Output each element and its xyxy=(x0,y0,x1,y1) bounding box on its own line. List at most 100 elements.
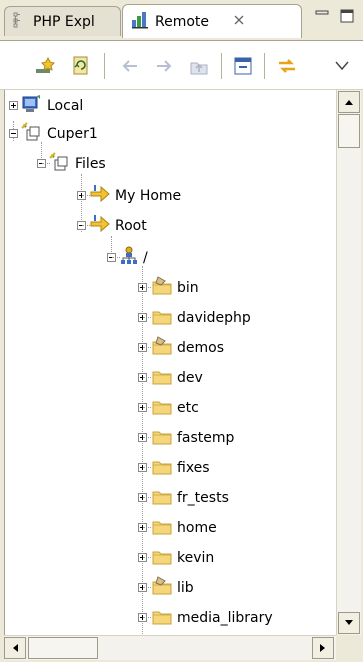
toolbar-separator xyxy=(264,53,265,79)
shared-folder-icon xyxy=(151,336,173,360)
back-arrow-icon[interactable] xyxy=(117,53,143,79)
tab-php-explorer[interactable]: PHP Expl xyxy=(4,6,121,36)
tree-connector xyxy=(143,347,151,349)
tree-node-label: demos xyxy=(177,340,224,356)
tree-node-label: dev xyxy=(177,370,203,386)
tree-node-label: media_library xyxy=(177,610,273,626)
scroll-right-button[interactable] xyxy=(312,637,334,659)
tree-node-label: davidephp xyxy=(177,310,251,326)
horizontal-scrollbar[interactable] xyxy=(4,635,336,660)
tree-connector xyxy=(112,257,120,259)
tree-connector xyxy=(143,317,151,319)
filter-arrow-icon xyxy=(89,184,111,208)
new-connection-icon[interactable] xyxy=(32,53,58,79)
tree-connector xyxy=(143,287,151,289)
tree-node-folder[interactable]: etc xyxy=(151,396,199,420)
tree-node-label: / xyxy=(143,250,148,266)
tree-node-folder[interactable]: kevin xyxy=(151,546,214,570)
tree-node-label: fr_tests xyxy=(177,490,229,506)
scroll-down-button[interactable] xyxy=(338,612,360,634)
scroll-up-button[interactable] xyxy=(338,91,360,113)
tree-node-folder[interactable]: lib xyxy=(151,576,194,600)
close-icon[interactable] xyxy=(233,14,245,30)
scroll-thumb[interactable] xyxy=(28,637,98,659)
scroll-left-button[interactable] xyxy=(4,637,26,659)
folder-icon xyxy=(151,606,173,630)
view-toolbar xyxy=(0,40,363,90)
shared-folder-icon xyxy=(151,576,173,600)
folder-icon xyxy=(151,426,173,450)
tree-node-folder[interactable]: home xyxy=(151,516,217,540)
folder-icon xyxy=(151,486,173,510)
tree-node-folder[interactable]: fixes xyxy=(151,456,210,480)
tree-node-label: fastemp xyxy=(177,430,235,446)
link-with-editor-icon[interactable] xyxy=(274,53,300,79)
tree-node-folder[interactable]: bin xyxy=(151,276,199,300)
tree-connector xyxy=(143,377,151,379)
tree-node-label: home xyxy=(177,520,217,536)
tree-node-connection[interactable]: Cuper1 xyxy=(21,122,98,146)
tree-node-label: fixes xyxy=(177,460,210,476)
tree-node-folder[interactable]: demos xyxy=(151,336,224,360)
remote-systems-icon xyxy=(131,11,149,33)
toolbar-separator xyxy=(104,53,105,79)
tree-node-label: bin xyxy=(177,280,199,296)
tree-node-label: Root xyxy=(115,218,147,234)
tree-node-root-dir[interactable]: / xyxy=(119,246,148,270)
tree-connector xyxy=(143,497,151,499)
folder-icon xyxy=(151,546,173,570)
scroll-thumb[interactable] xyxy=(338,114,360,148)
tree-node-folder[interactable]: fr_tests xyxy=(151,486,229,510)
maximize-icon[interactable] xyxy=(338,8,358,24)
minimize-icon[interactable] xyxy=(313,8,333,24)
filter-arrow-icon xyxy=(89,214,111,238)
tree-node-folder[interactable]: dev xyxy=(151,366,203,390)
folder-icon xyxy=(151,516,173,540)
tree-connector xyxy=(143,557,151,559)
tree-connector xyxy=(42,163,50,165)
tree-node-folder[interactable]: media_library xyxy=(151,606,273,630)
tree-node-label: Local xyxy=(47,98,84,114)
tree-connector xyxy=(143,617,151,619)
folder-icon xyxy=(151,366,173,390)
php-explorer-icon xyxy=(13,12,27,32)
tree-node-my-home[interactable]: My Home xyxy=(89,184,181,208)
tree-connector xyxy=(143,437,151,439)
vertical-scrollbar[interactable] xyxy=(336,90,361,635)
remote-systems-tree[interactable]: Local Cuper1 Files My Home Root / bin da… xyxy=(4,90,337,635)
tab-label: Remote xyxy=(155,13,210,30)
collapse-toggle[interactable] xyxy=(9,129,18,138)
tree-node-files[interactable]: Files xyxy=(49,152,106,176)
collapse-all-icon[interactable] xyxy=(230,53,256,79)
view-tab-bar: PHP Expl Remote xyxy=(0,0,363,40)
tree-connector xyxy=(82,195,90,197)
tree-node-label: Cuper1 xyxy=(47,126,98,142)
forward-arrow-icon[interactable] xyxy=(151,53,177,79)
tab-label: PHP Expl xyxy=(33,13,95,30)
folder-icon xyxy=(151,456,173,480)
refresh-icon[interactable] xyxy=(68,53,94,79)
expand-toggle[interactable] xyxy=(9,101,18,110)
tree-node-folder[interactable]: fastemp xyxy=(151,426,234,450)
toolbar-separator xyxy=(221,53,222,79)
files-subsystem-icon xyxy=(49,152,71,176)
tree-node-folder[interactable]: davidephp xyxy=(151,306,251,330)
tab-remote[interactable]: Remote xyxy=(122,4,302,38)
remote-host-icon xyxy=(21,122,43,146)
folder-icon xyxy=(151,306,173,330)
network-root-icon xyxy=(119,246,139,270)
scrollbar-corner xyxy=(336,635,360,659)
tree-node-local[interactable]: Local xyxy=(21,94,83,118)
up-folder-icon[interactable] xyxy=(186,53,212,79)
tree-node-label: etc xyxy=(177,400,199,416)
tree-connector xyxy=(143,407,151,409)
shared-folder-icon xyxy=(151,276,173,300)
tree-connector xyxy=(82,225,90,227)
computer-icon xyxy=(21,94,43,118)
tree-connector xyxy=(143,467,151,469)
tree-node-label: lib xyxy=(177,580,194,596)
tree-node-label: kevin xyxy=(177,550,215,566)
tree-connector xyxy=(143,527,151,529)
view-menu-icon[interactable] xyxy=(330,53,354,79)
tree-node-root[interactable]: Root xyxy=(89,214,147,238)
